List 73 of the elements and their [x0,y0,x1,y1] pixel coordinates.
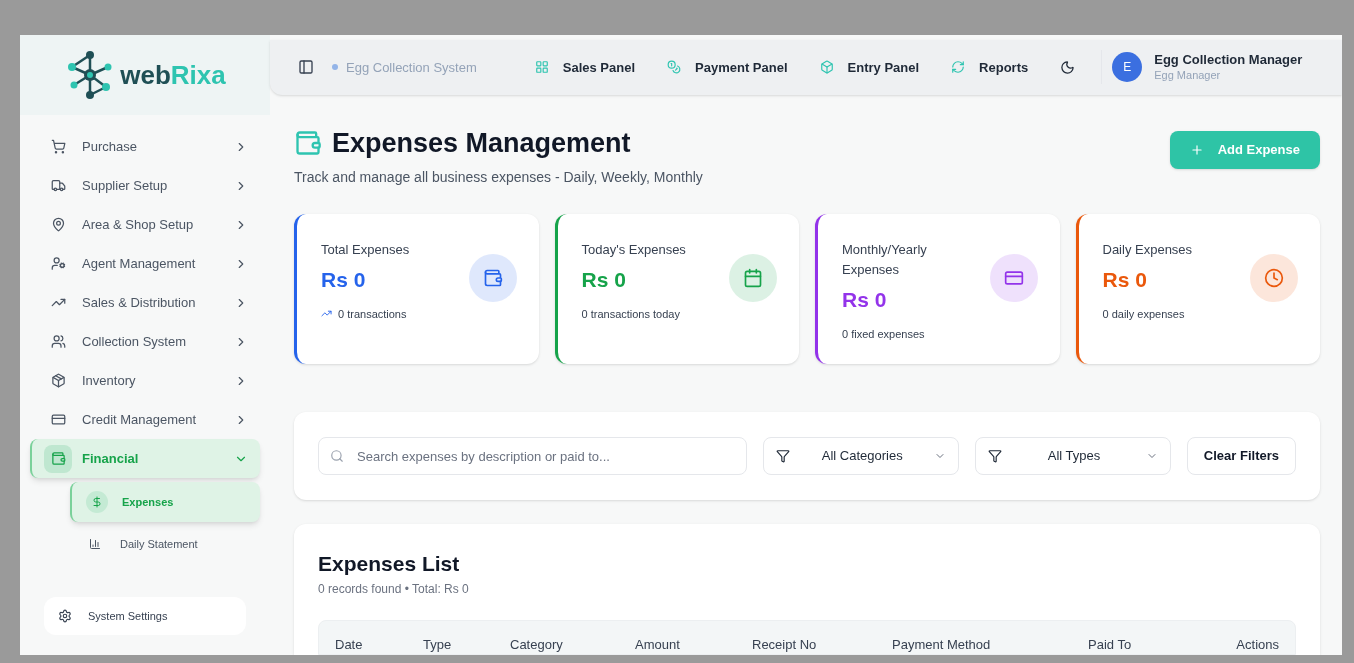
card-icon [50,412,66,427]
sidebar-item[interactable]: Area & Shop Setup [30,205,260,244]
stat-title: Monthly/Yearly Expenses [842,241,928,279]
search-icon [330,449,344,463]
package-icon [50,373,66,388]
stat-title: Total Expenses [321,241,411,259]
wallet-icon [482,268,503,288]
category-select[interactable]: All Categories [763,437,960,475]
users-icon [50,334,66,349]
coins-icon [667,60,682,75]
page-subtitle: Track and manage all business expenses - Daily, Weekly, Monthly [294,168,703,187]
stat-title: Daily Expenses [1102,241,1194,259]
column-header: Date [335,635,364,654]
filter-icon [988,449,1003,463]
column-header: Category [510,635,564,654]
nav-link[interactable]: Payment Panel [667,57,788,77]
wallet-icon [50,451,66,466]
plus-icon [1189,142,1204,157]
sidebar-item[interactable]: Sales & Distribution [30,283,260,322]
filter-icon [776,449,791,463]
user-name: Egg Collection Manager [1154,52,1303,69]
sidebar-item[interactable]: Credit Management [30,400,260,439]
stat-note: 0 transactions today [581,306,680,322]
settings-button[interactable]: System Settings [44,597,246,635]
clear-filters-button[interactable]: Clear Filters [1186,437,1296,475]
column-header: Receipt No [752,635,818,654]
nav-link[interactable]: Reports [951,57,1029,77]
cart-icon [50,139,66,154]
column-header: Payment Method [892,635,992,654]
grid-icon [534,60,549,75]
stat-note: 0 daily expenses [1102,306,1185,322]
avatar[interactable]: E [1112,52,1143,83]
search-field[interactable]: Search expenses by description or paid to... [318,437,748,475]
nav-link[interactable]: Entry Panel [819,57,920,77]
sidebar-item[interactable]: Inventory [30,361,260,400]
sidebar-item[interactable]: Supplier Setup [30,166,260,205]
refresh-icon [951,60,966,75]
type-select[interactable]: All Types [975,437,1171,475]
user-icon [50,256,66,271]
submenu-item[interactable]: Daily Statement [70,524,260,564]
brand-name: webRixa [120,62,226,88]
stat-value: Rs 0 [321,267,367,293]
stat-value: Rs 0 [1102,267,1148,293]
stat-value: Rs 0 [581,267,627,293]
dollar-icon [91,496,103,508]
card-icon [1003,268,1024,288]
column-header: Amount [635,635,681,654]
sidebar-toggle-icon[interactable] [298,59,314,76]
box-icon [819,60,834,75]
pin-icon [50,217,66,232]
truck-icon [50,178,66,193]
nav-link[interactable]: Sales Panel [534,57,636,77]
stat-note: 0 fixed expenses [842,326,925,342]
system-name: Egg Collection System [346,58,477,77]
stat-note: 0 transactions [338,306,407,322]
sidebar-item[interactable]: Purchase [30,127,260,166]
sidebar-item[interactable]: Collection System [30,322,260,361]
calendar-icon [743,268,763,288]
page-title: Expenses Management [332,126,631,160]
column-header: Paid To [1088,635,1133,654]
clock-icon [1264,268,1284,288]
sidebar-item[interactable]: Agent Management [30,244,260,283]
column-header: Actions [1236,635,1279,654]
wallet-icon [294,128,322,157]
settings-icon [58,609,72,623]
list-title: Expenses List [318,551,461,577]
column-header: Type [423,635,453,654]
list-summary: 0 records found • Total: Rs 0 [318,580,470,598]
theme-toggle-icon[interactable] [1060,59,1076,75]
stat-title: Today's Expenses [581,241,687,259]
stat-value: Rs 0 [842,287,888,313]
user-role: Egg Manager [1154,68,1222,83]
chart-icon [89,538,101,550]
